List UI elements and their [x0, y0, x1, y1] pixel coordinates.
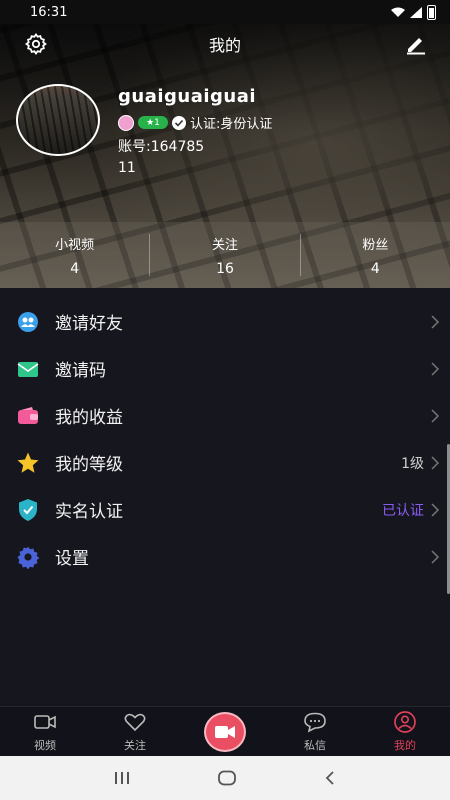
chevron-right-icon: [431, 455, 440, 470]
back-icon[interactable]: [323, 770, 337, 786]
profile-card: guaiguaiguai ★ 1 认证:身份认证 账号:164785 11: [16, 84, 272, 176]
verification-text: 认证:身份认证: [190, 117, 273, 132]
stat-value: 16: [216, 260, 234, 277]
menu-item-earnings[interactable]: 我的收益: [0, 392, 450, 439]
stat-label: 小视频: [55, 237, 95, 253]
avatar[interactable]: [16, 84, 100, 156]
username: guaiguaiguai: [118, 86, 257, 107]
stat-value: 4: [370, 260, 380, 277]
stats-bar: 小视频 4 关注 16 粉丝 4: [0, 222, 450, 288]
menu-item-value: 1级: [401, 455, 424, 472]
message-icon: [304, 712, 326, 733]
tab-label: 我的: [394, 739, 416, 752]
shield-icon: [16, 498, 40, 522]
tab-video[interactable]: 视频: [0, 707, 90, 756]
user-icon: [394, 711, 416, 733]
level-badge: ★ 1: [138, 116, 168, 129]
battery-icon: [427, 4, 436, 20]
invite-friends-icon: [16, 310, 40, 334]
page-title: 我的: [208, 36, 241, 55]
invite-code-icon: [16, 357, 40, 381]
level-badge-number: 1: [154, 117, 160, 128]
chevron-right-icon: [431, 408, 440, 423]
menu-item-settings[interactable]: 设置: [0, 533, 450, 580]
menu-item-invite-friends[interactable]: 邀请好友: [0, 298, 450, 345]
recent-apps-icon[interactable]: [113, 771, 131, 785]
tab-following[interactable]: 关注: [90, 707, 180, 756]
wifi-icon: [391, 7, 405, 17]
camera-icon: [215, 726, 235, 738]
star-icon: [16, 451, 40, 475]
tab-record[interactable]: [180, 707, 270, 756]
menu-item-label: 邀请码: [55, 361, 106, 381]
stat-label: 粉丝: [362, 237, 389, 253]
menu-item-label: 实名认证: [55, 502, 123, 522]
gear-icon: [16, 545, 40, 569]
vip-badge-icon: [118, 114, 134, 131]
video-icon: [34, 715, 56, 729]
wallet-icon: [16, 404, 40, 428]
tab-me[interactable]: 我的: [360, 707, 450, 756]
settings-gear-icon[interactable]: [24, 32, 48, 56]
account-id: 账号:164785: [118, 139, 205, 155]
chevron-right-icon: [431, 549, 440, 564]
menu-item-label: 我的等级: [55, 455, 123, 475]
menu-item-level[interactable]: 我的等级 1级: [0, 439, 450, 486]
menu-item-label: 邀请好友: [55, 314, 123, 334]
verified-status: 已认证: [382, 502, 424, 519]
chevron-right-icon: [431, 314, 440, 329]
menu-list: 邀请好友 邀请码 我的收益 我的等级 1级 实名认证 已认证 设置: [0, 298, 450, 580]
stat-label: 关注: [211, 237, 238, 253]
menu-item-label: 我的收益: [55, 408, 123, 428]
top-bar: 我的: [0, 24, 450, 64]
edit-pencil-icon[interactable]: [404, 32, 428, 56]
bottom-nav: 视频 关注 私信 我的: [0, 706, 450, 756]
status-bar: 16:31: [0, 0, 450, 24]
chevron-right-icon: [431, 502, 440, 517]
menu-item-real-name-verification[interactable]: 实名认证 已认证: [0, 486, 450, 533]
verified-check-icon: [172, 115, 186, 130]
stat-followers[interactable]: 粉丝 4: [301, 234, 450, 277]
profile-extra-line: 11: [118, 160, 136, 176]
tab-label: 关注: [124, 739, 146, 752]
status-time: 16:31: [30, 4, 68, 20]
menu-item-label: 设置: [55, 549, 89, 569]
tab-messages[interactable]: 私信: [270, 707, 360, 756]
stat-following[interactable]: 关注 16: [150, 234, 299, 277]
record-button[interactable]: [204, 712, 246, 752]
stat-videos[interactable]: 小视频 4: [0, 234, 149, 277]
signal-icon: [410, 6, 422, 18]
heart-icon: [124, 713, 146, 732]
menu-item-invite-code[interactable]: 邀请码: [0, 345, 450, 392]
chevron-right-icon: [431, 361, 440, 376]
stat-value: 4: [70, 260, 80, 277]
system-nav-bar: [0, 756, 450, 800]
home-icon[interactable]: [217, 770, 237, 786]
tab-label: 视频: [34, 739, 56, 752]
tab-label: 私信: [304, 739, 326, 752]
